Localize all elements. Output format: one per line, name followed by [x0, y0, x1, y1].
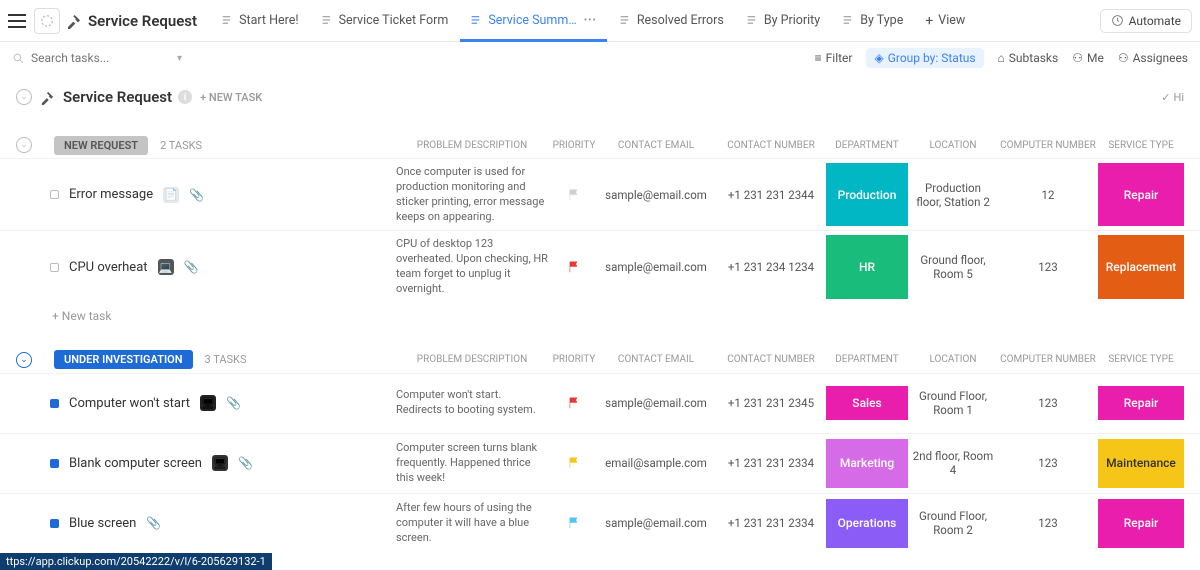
task-count: 3 TASKS: [205, 353, 247, 366]
hide-toggle[interactable]: ✓ Hi: [1161, 91, 1184, 104]
cell-number: +1 231 231 2344: [716, 163, 826, 226]
cell-computer: 123: [998, 439, 1098, 488]
attachment-icon[interactable]: 📎: [146, 516, 161, 530]
collapse-toggle[interactable]: ⌄: [16, 89, 32, 105]
attachment-icon[interactable]: 📎: [226, 396, 241, 410]
new-task-link[interactable]: + NEW TASK: [200, 91, 262, 104]
cell-department[interactable]: Operations: [826, 499, 908, 548]
cell-location: Ground floor, Room 5: [908, 235, 998, 298]
status-square[interactable]: [50, 459, 59, 468]
group-collapse[interactable]: ⌄: [16, 137, 32, 153]
cell-computer: 123: [998, 235, 1098, 298]
task-type-icon: 🖥: [200, 395, 216, 411]
cell-computer: 123: [998, 499, 1098, 548]
cell-location: 2nd floor, Room 4: [908, 439, 998, 488]
status-square[interactable]: [50, 519, 59, 528]
chevron-down-icon[interactable]: ▾: [177, 53, 182, 64]
task-row[interactable]: CPU overheat 💻 📎 CPU of desktop 123 overhea…: [0, 230, 1200, 302]
group-collapse[interactable]: ⌄: [16, 352, 32, 368]
attachment-icon[interactable]: 📎: [189, 188, 204, 202]
cell-description: After few hours of using the computer it…: [392, 499, 552, 548]
status-url: ttps://app.clickup.com/20542222/v/l/6-20…: [0, 553, 272, 570]
cell-department[interactable]: Production: [826, 163, 908, 226]
cell-priority[interactable]: [552, 235, 596, 298]
task-row[interactable]: Computer won't start 🖥 📎 Computer won't sta…: [0, 373, 1200, 433]
cell-priority[interactable]: [552, 439, 596, 488]
task-row[interactable]: Blank computer screen 🖥 📎 Computer screen t…: [0, 433, 1200, 493]
task-type-icon: 💻: [158, 259, 174, 275]
task-name: CPU overheat: [69, 260, 148, 275]
tab-start-here-[interactable]: Start Here!: [211, 0, 309, 42]
cell-priority[interactable]: [552, 499, 596, 548]
page-title: Service Request: [66, 12, 197, 30]
task-name: Blank computer screen: [69, 456, 202, 471]
task-type-icon: 📄: [163, 187, 179, 203]
new-task-row[interactable]: + New task: [0, 303, 1200, 329]
cell-number: +1 231 231 2334: [716, 439, 826, 488]
cell-priority[interactable]: [552, 163, 596, 226]
filter-button[interactable]: ≡Filter: [815, 51, 853, 65]
cell-department[interactable]: Sales: [826, 386, 908, 420]
cell-email: email@sample.com: [596, 439, 716, 488]
cell-computer: 123: [998, 386, 1098, 420]
search-input[interactable]: [31, 51, 171, 65]
menu-icon[interactable]: [8, 14, 26, 28]
automate-button[interactable]: Automate: [1100, 9, 1192, 33]
cell-location: Production floor, Station 2: [908, 163, 998, 226]
automate-icon: [1111, 14, 1124, 27]
attachment-icon[interactable]: 📎: [238, 456, 253, 470]
cell-location: Ground Floor, Room 1: [908, 386, 998, 420]
task-name: Computer won't start: [69, 396, 190, 411]
info-icon[interactable]: i: [178, 90, 192, 104]
hammer-icon: [40, 90, 55, 105]
subtasks-button[interactable]: ⌂Subtasks: [998, 51, 1059, 65]
hammer-icon: [66, 13, 82, 29]
cell-number: +1 231 231 2334: [716, 499, 826, 548]
status-pill[interactable]: NEW REQUEST: [54, 136, 148, 155]
cell-priority[interactable]: [552, 386, 596, 420]
loading-icon: [34, 8, 60, 34]
task-row[interactable]: Blue screen 📎 After few hours of using the…: [0, 493, 1200, 553]
cell-location: Ground Floor, Room 2: [908, 499, 998, 548]
cell-number: +1 231 234 1234: [716, 235, 826, 298]
cell-service[interactable]: Repair: [1098, 499, 1184, 548]
task-count: 2 TASKS: [160, 139, 202, 152]
tab-view[interactable]: +View: [915, 0, 975, 42]
cell-email: sample@email.com: [596, 386, 716, 420]
tab-service-ticket-form[interactable]: Service Ticket Form: [311, 0, 459, 42]
tab-by-priority[interactable]: By Priority: [736, 0, 830, 42]
cell-description: CPU of desktop 123 overheated. Upon chec…: [392, 235, 552, 298]
status-square[interactable]: [50, 190, 59, 199]
tab-resolved-errors[interactable]: Resolved Errors: [609, 0, 734, 42]
search-icon: [12, 52, 25, 65]
task-name: Error message: [69, 187, 153, 202]
status-square[interactable]: [50, 263, 59, 272]
assignees-button[interactable]: ⚇Assignees: [1118, 51, 1188, 65]
cell-department[interactable]: HR: [826, 235, 908, 298]
list-title: Service Requesti: [63, 88, 192, 106]
cell-description: Computer screen turns blank frequently. …: [392, 439, 552, 488]
status-square[interactable]: [50, 399, 59, 408]
cell-email: sample@email.com: [596, 499, 716, 548]
task-name: Blue screen: [69, 516, 136, 531]
cell-department[interactable]: Marketing: [826, 439, 908, 488]
attachment-icon[interactable]: 📎: [184, 260, 199, 274]
cell-description: Computer won't start. Redirects to booti…: [392, 386, 552, 420]
task-type-icon: 🖥: [212, 455, 228, 471]
cell-service[interactable]: Repair: [1098, 386, 1184, 420]
cell-description: Once computer is used for production mon…: [392, 163, 552, 226]
tab-service-summ-[interactable]: Service Summ…•••: [460, 0, 607, 42]
group-by-button[interactable]: ◈Group by: Status: [866, 48, 983, 68]
cell-number: +1 231 231 2345: [716, 386, 826, 420]
cell-service[interactable]: Replacement: [1098, 235, 1184, 298]
status-pill[interactable]: UNDER INVESTIGATION: [54, 350, 193, 369]
task-row[interactable]: Error message 📄 📎 Once computer is used for…: [0, 158, 1200, 230]
tab-by-type[interactable]: By Type: [832, 0, 913, 42]
me-button[interactable]: ⚇Me: [1072, 51, 1104, 65]
cell-service[interactable]: Repair: [1098, 163, 1184, 226]
cell-service[interactable]: Maintenance: [1098, 439, 1184, 488]
cell-email: sample@email.com: [596, 163, 716, 226]
cell-computer: 12: [998, 163, 1098, 226]
cell-email: sample@email.com: [596, 235, 716, 298]
